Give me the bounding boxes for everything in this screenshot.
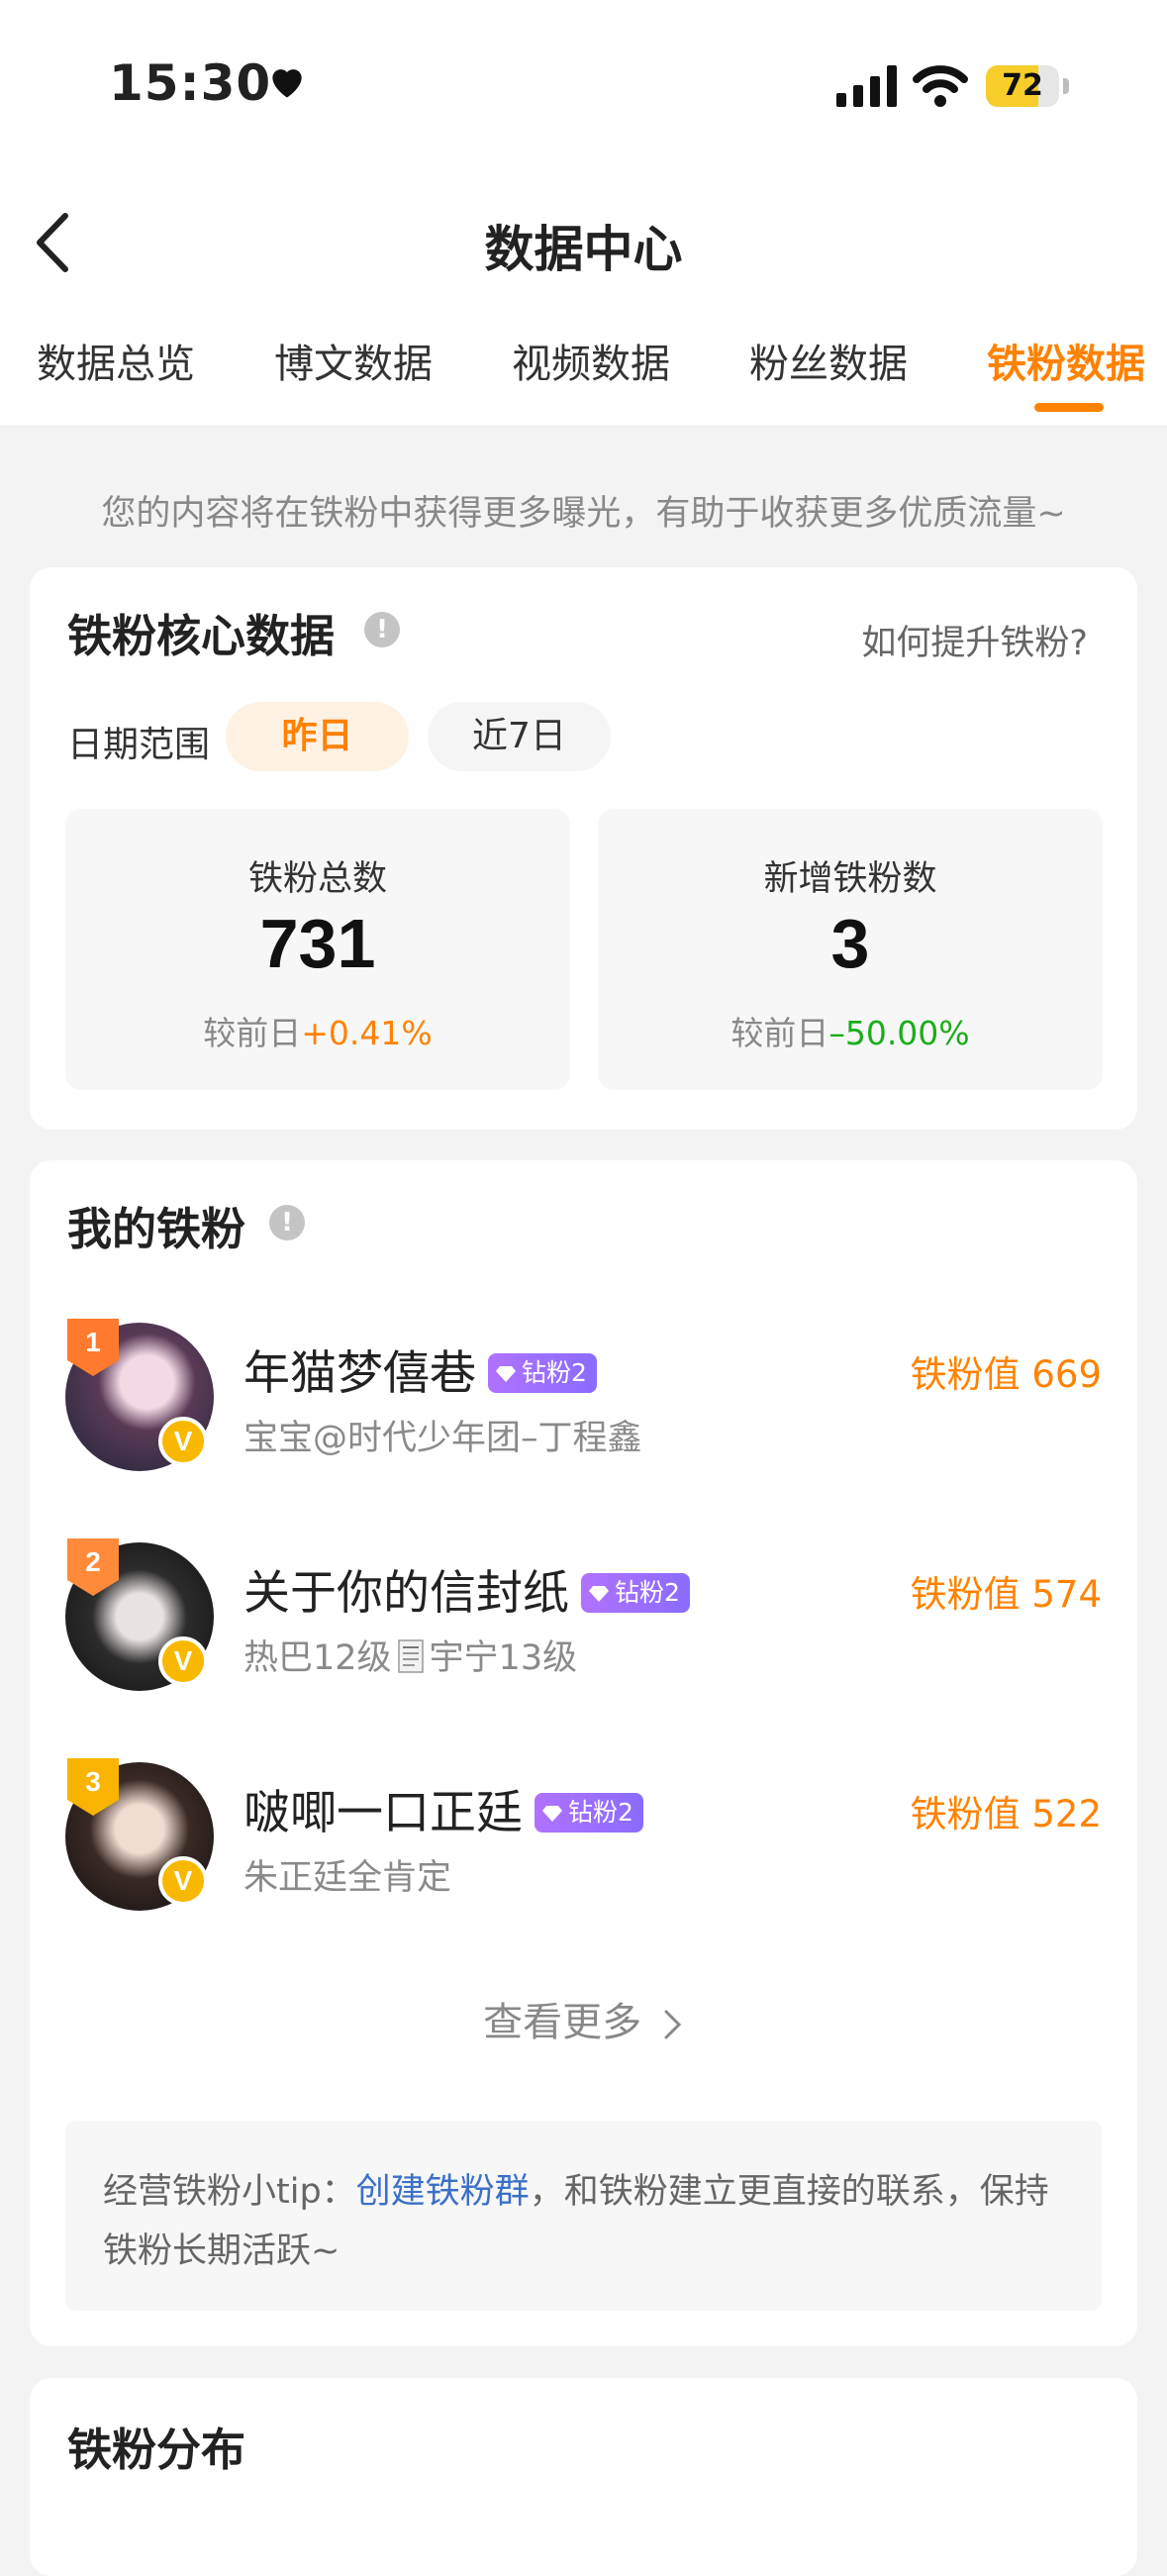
stat-label: 铁粉总数 bbox=[247, 859, 387, 899]
distribution-title: 铁粉分布 bbox=[67, 2424, 246, 2476]
fan-list-item[interactable]: 1 V 年猫梦僖巷 钻粉2 宝宝@时代少年团–丁程鑫 铁粉值 669 bbox=[30, 1319, 1137, 1481]
fan-score: 铁粉值 669 bbox=[910, 1353, 1102, 1396]
verified-v-icon: V bbox=[158, 1417, 208, 1466]
fan-subtitle: 宝宝@时代少年团–丁程鑫 bbox=[243, 1419, 642, 1458]
header: 15:30 72 数据中心 数据总览 博文数据 视频数据 粉丝数据 铁粉数据 bbox=[0, 0, 1167, 427]
stat-change: –50.00% bbox=[828, 1014, 970, 1052]
battery-indicator: 72 bbox=[986, 65, 1069, 107]
stat-comparison: 较前日+0.41% bbox=[203, 1014, 433, 1052]
tab-bar: 数据总览 博文数据 视频数据 粉丝数据 铁粉数据 bbox=[0, 332, 1167, 391]
chevron-right-icon bbox=[664, 2010, 681, 2039]
fan-name[interactable]: 年猫梦僖巷 钻粉2 bbox=[243, 1335, 597, 1403]
wifi-icon bbox=[913, 65, 968, 107]
fan-level-badge: 钻粉2 bbox=[535, 1792, 643, 1833]
core-data-title: 铁粉核心数据 bbox=[67, 610, 336, 662]
stat-change: +0.41% bbox=[301, 1014, 433, 1052]
page-title: 数据中心 bbox=[484, 221, 683, 278]
rank-badge-icon: 2 bbox=[67, 1538, 119, 1596]
how-to-improve-link[interactable]: 如何提升铁粉? bbox=[861, 615, 1088, 665]
stat-new-iron-fans: 新增铁粉数 3 较前日–50.00% bbox=[598, 809, 1103, 1090]
notice-text: 您的内容将在铁粉中获得更多曝光，有助于收获更多优质流量~ bbox=[101, 494, 1066, 534]
my-fans-title: 我的铁粉 bbox=[67, 1203, 246, 1255]
rank-badge-icon: 3 bbox=[67, 1758, 119, 1816]
stat-total-iron-fans: 铁粉总数 731 较前日+0.41% bbox=[65, 809, 570, 1090]
stat-label: 新增铁粉数 bbox=[763, 859, 937, 899]
view-more-button[interactable]: 查看更多 bbox=[30, 1990, 1137, 2047]
my-iron-fans-card: 我的铁粉 ! 1 V 年猫梦僖巷 钻粉2 宝宝@时代少年团–丁程鑫 铁粉值 669… bbox=[30, 1160, 1137, 2346]
create-fan-group-link[interactable]: 创建铁粉群 bbox=[356, 2172, 530, 2212]
fan-name[interactable]: 关于你的信封纸 钻粉2 bbox=[243, 1554, 690, 1623]
tab-iron-fan-data[interactable]: 铁粉数据 bbox=[987, 332, 1145, 389]
stat-value: 3 bbox=[830, 905, 870, 982]
stat-comparison: 较前日–50.00% bbox=[730, 1014, 970, 1052]
tab-video-data[interactable]: 视频数据 bbox=[512, 332, 670, 389]
fan-name[interactable]: 啵唧一口正廷 钻粉2 bbox=[243, 1774, 643, 1842]
fan-score: 铁粉值 522 bbox=[910, 1793, 1102, 1835]
tip-box: 经营铁粉小tip：创建铁粉群，和铁粉建立更直接的联系，保持铁粉长期活跃~ bbox=[65, 2121, 1102, 2311]
svg-text:1: 1 bbox=[85, 1327, 101, 1357]
date-option-yesterday[interactable]: 昨日 bbox=[226, 702, 409, 771]
fan-subtitle: 热巴12级 宇宁13级 bbox=[243, 1638, 578, 1678]
tip-text: 经营铁粉小tip：创建铁粉群，和铁粉建立更直接的联系，保持铁粉长期活跃~ bbox=[103, 2172, 1049, 2271]
info-icon[interactable]: ! bbox=[364, 612, 400, 647]
tab-post-data[interactable]: 博文数据 bbox=[274, 332, 433, 389]
tab-overview[interactable]: 数据总览 bbox=[37, 332, 195, 389]
stat-value: 731 bbox=[259, 905, 376, 982]
fan-list-item[interactable]: 3 V 啵唧一口正廷 钻粉2 朱正廷全肯定 铁粉值 522 bbox=[30, 1758, 1137, 1921]
fan-level-badge: 钻粉2 bbox=[581, 1572, 690, 1613]
fan-level-badge: 钻粉2 bbox=[488, 1352, 597, 1393]
date-option-7days[interactable]: 近7日 bbox=[428, 702, 611, 771]
fan-list-item[interactable]: 2 V 关于你的信封纸 钻粉2 热巴12级 宇宁13级 铁粉值 574 bbox=[30, 1538, 1137, 1701]
heart-icon bbox=[272, 69, 302, 98]
core-data-card: 铁粉核心数据 ! 如何提升铁粉? 日期范围 昨日 近7日 铁粉总数 731 较前… bbox=[30, 567, 1137, 1130]
info-icon[interactable]: ! bbox=[269, 1205, 305, 1240]
svg-text:3: 3 bbox=[85, 1766, 101, 1797]
battery-level: 72 bbox=[1002, 68, 1043, 103]
date-range-label: 日期范围 bbox=[67, 725, 211, 765]
svg-text:2: 2 bbox=[85, 1546, 101, 1577]
cellular-signal-icon bbox=[836, 65, 897, 107]
verified-v-icon: V bbox=[158, 1856, 208, 1906]
fan-score: 铁粉值 574 bbox=[910, 1573, 1102, 1616]
fan-subtitle: 朱正廷全肯定 bbox=[243, 1858, 452, 1898]
status-time: 15:30 bbox=[109, 54, 272, 112]
verified-v-icon: V bbox=[158, 1636, 208, 1686]
iron-fan-distribution-card: 铁粉分布 bbox=[30, 2378, 1137, 2576]
rank-badge-icon: 1 bbox=[67, 1319, 119, 1376]
tab-fan-data[interactable]: 粉丝数据 bbox=[749, 332, 908, 389]
receipt-emoji-icon bbox=[397, 1639, 424, 1673]
active-tab-indicator bbox=[1034, 403, 1104, 412]
